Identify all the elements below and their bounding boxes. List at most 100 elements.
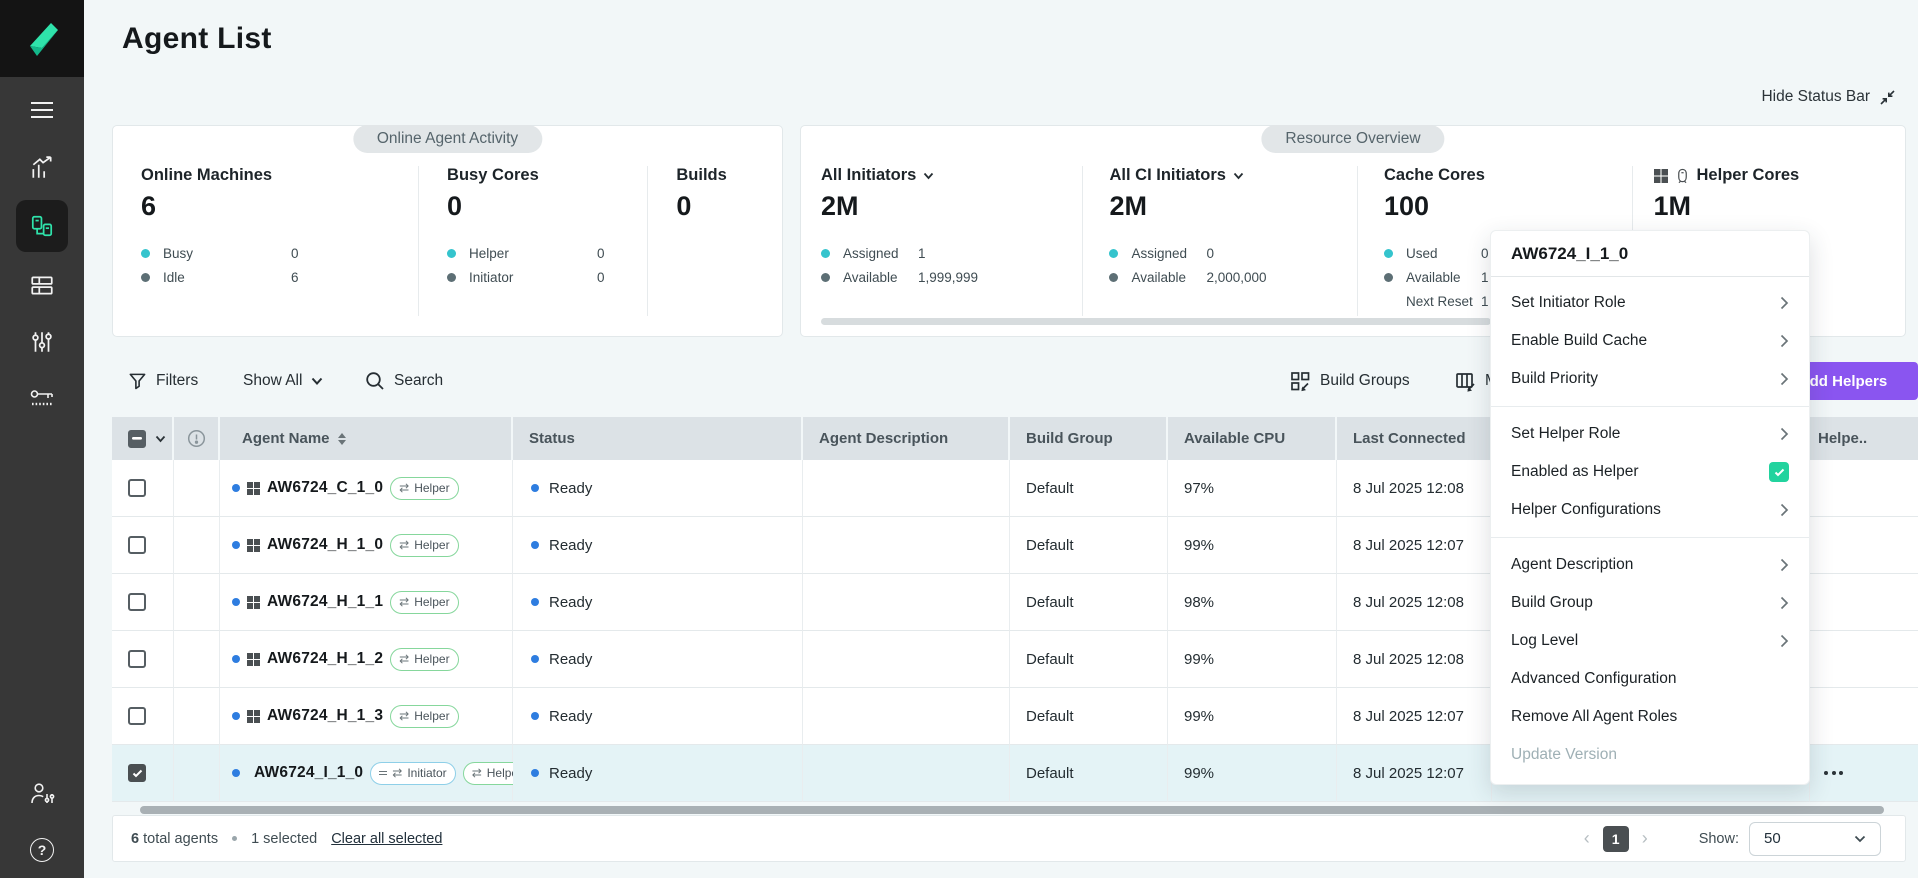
- online-panel-label: Online Agent Activity: [353, 125, 542, 153]
- last-connected-cell: 8 Jul 2025 12:07: [1337, 517, 1492, 574]
- sidebar-item-build-groups[interactable]: [0, 272, 84, 298]
- online-panel-stats: Online Machines 6 Busy0 Idle6 Busy Cores…: [113, 126, 782, 336]
- legend-row: Helper0: [447, 246, 647, 261]
- last-connected-cell: 8 Jul 2025 12:07: [1337, 745, 1492, 802]
- row-checkbox[interactable]: [128, 650, 146, 668]
- app-logo[interactable]: [0, 0, 84, 77]
- status-dot: [531, 598, 539, 606]
- sidebar-item-license[interactable]: [0, 386, 84, 412]
- header-last-connected[interactable]: Last Connected: [1337, 417, 1492, 460]
- select-all-checkbox[interactable]: [128, 430, 146, 448]
- sidebar-item-dashboard[interactable]: [0, 155, 84, 181]
- menu-item-build-group[interactable]: Build Group: [1491, 584, 1809, 622]
- table-horizontal-scrollbar[interactable]: [140, 806, 1884, 814]
- status-cell: Ready: [513, 574, 803, 631]
- search-button[interactable]: Search: [365, 366, 443, 396]
- context-menu-title: AW6724_I_1_0: [1491, 231, 1809, 277]
- enabled-helper-checkbox[interactable]: [1769, 462, 1789, 482]
- row-more-actions-button[interactable]: [1824, 771, 1843, 775]
- stat-online-machines: Online Machines 6 Busy0 Idle6: [113, 166, 418, 316]
- show-all-dropdown[interactable]: Show All: [243, 366, 323, 396]
- sidebar-item-help[interactable]: [0, 838, 84, 862]
- online-dot: [232, 655, 240, 663]
- description-cell: [803, 745, 1010, 802]
- filter-funnel-icon: [128, 372, 147, 391]
- build-groups-grid-icon: [1290, 371, 1311, 392]
- sort-icon[interactable]: [338, 433, 346, 445]
- status-cell: Ready: [513, 745, 803, 802]
- menu-item-build-priority[interactable]: Build Priority: [1491, 360, 1809, 398]
- status-dot: [531, 541, 539, 549]
- build-group-cell: Default: [1010, 631, 1168, 688]
- assigned-dot: [1109, 249, 1118, 258]
- stat-value: 100: [1384, 191, 1632, 222]
- stat-title: Cache Cores: [1384, 166, 1632, 185]
- hide-status-bar-button[interactable]: Hide Status Bar: [1761, 88, 1896, 106]
- clear-all-selected-link[interactable]: Clear all selected: [331, 831, 442, 847]
- menu-item-set-helper-role[interactable]: Set Helper Role: [1491, 415, 1809, 453]
- sidebar-menu-toggle[interactable]: [0, 99, 84, 121]
- page-number-button[interactable]: 1: [1603, 826, 1629, 852]
- chevron-right-icon: [1780, 503, 1789, 517]
- menu-item-set-initiator-role[interactable]: Set Initiator Role: [1491, 284, 1809, 322]
- prev-page-button[interactable]: ‹: [1581, 828, 1593, 849]
- menu-item-advanced-configuration[interactable]: Advanced Configuration: [1491, 660, 1809, 698]
- menu-item-helper-configurations[interactable]: Helper Configurations: [1491, 491, 1809, 529]
- build-group-cell: Default: [1010, 460, 1168, 517]
- panel-horizontal-scrollbar[interactable]: [821, 318, 1491, 325]
- windows-icon: [247, 482, 260, 495]
- chevron-down-icon: [1233, 172, 1244, 180]
- swap-arrows-icon: [392, 767, 402, 779]
- all-initiators-dropdown[interactable]: All Initiators: [821, 166, 1082, 185]
- description-cell: [803, 460, 1010, 517]
- swap-arrows-icon: [399, 596, 409, 608]
- row-checkbox[interactable]: [128, 479, 146, 497]
- header-helpers[interactable]: Helpe..: [1810, 417, 1918, 460]
- stat-value: 2M: [821, 191, 1082, 222]
- manage-columns-icon: [1455, 371, 1476, 392]
- menu-item-enabled-as-helper[interactable]: Enabled as Helper: [1491, 453, 1809, 491]
- windows-icon: [247, 539, 260, 552]
- row-checkbox[interactable]: [128, 593, 146, 611]
- alert-cell: [174, 745, 220, 802]
- total-agents-text: 6 total agents: [131, 831, 218, 847]
- stat-value: 2M: [1109, 191, 1357, 222]
- header-available-cpu[interactable]: Available CPU: [1168, 417, 1337, 460]
- helper-badge: Helper: [390, 648, 458, 671]
- row-checkbox[interactable]: [128, 536, 146, 554]
- menu-item-enable-build-cache[interactable]: Enable Build Cache: [1491, 322, 1809, 360]
- helper-dot: [447, 249, 456, 258]
- sidebar-item-agents[interactable]: [0, 200, 84, 252]
- header-status[interactable]: Status: [513, 417, 803, 460]
- legend-row: Available1,999,999: [821, 270, 1082, 285]
- available-dot: [1384, 273, 1393, 282]
- row-checkbox[interactable]: [128, 707, 146, 725]
- row-checkbox-checked[interactable]: [128, 764, 146, 782]
- select-dropdown-chevron-icon[interactable]: [155, 435, 166, 443]
- collapse-arrows-icon: [1879, 89, 1896, 106]
- build-groups-button[interactable]: Build Groups: [1290, 366, 1410, 396]
- sidebar: [0, 0, 84, 878]
- header-agent-description[interactable]: Agent Description: [803, 417, 1010, 460]
- header-agent-name[interactable]: Agent Name: [220, 417, 513, 460]
- used-dot: [1384, 249, 1393, 258]
- page-size-select[interactable]: 50: [1749, 822, 1881, 856]
- main-content: Agent List Hide Status Bar Online Agent …: [84, 0, 1918, 878]
- available-dot: [821, 273, 830, 282]
- build-groups-icon: [29, 272, 55, 298]
- hamburger-icon: [29, 99, 55, 121]
- all-ci-initiators-dropdown[interactable]: All CI Initiators: [1109, 166, 1357, 185]
- sidebar-item-settings[interactable]: [0, 329, 84, 355]
- menu-item-log-level[interactable]: Log Level: [1491, 622, 1809, 660]
- menu-item-remove-all-agent-roles[interactable]: Remove All Agent Roles: [1491, 698, 1809, 736]
- swap-arrows-icon: [399, 482, 409, 494]
- cpu-cell: 99%: [1168, 631, 1337, 688]
- header-build-group[interactable]: Build Group: [1010, 417, 1168, 460]
- build-group-cell: Default: [1010, 517, 1168, 574]
- sidebar-item-user-settings[interactable]: [0, 780, 84, 808]
- lines-icon: [379, 771, 387, 776]
- next-page-button[interactable]: ›: [1639, 828, 1651, 849]
- menu-item-agent-description[interactable]: Agent Description: [1491, 546, 1809, 584]
- filters-button[interactable]: Filters: [128, 366, 198, 396]
- resource-panel-label: Resource Overview: [1261, 125, 1444, 153]
